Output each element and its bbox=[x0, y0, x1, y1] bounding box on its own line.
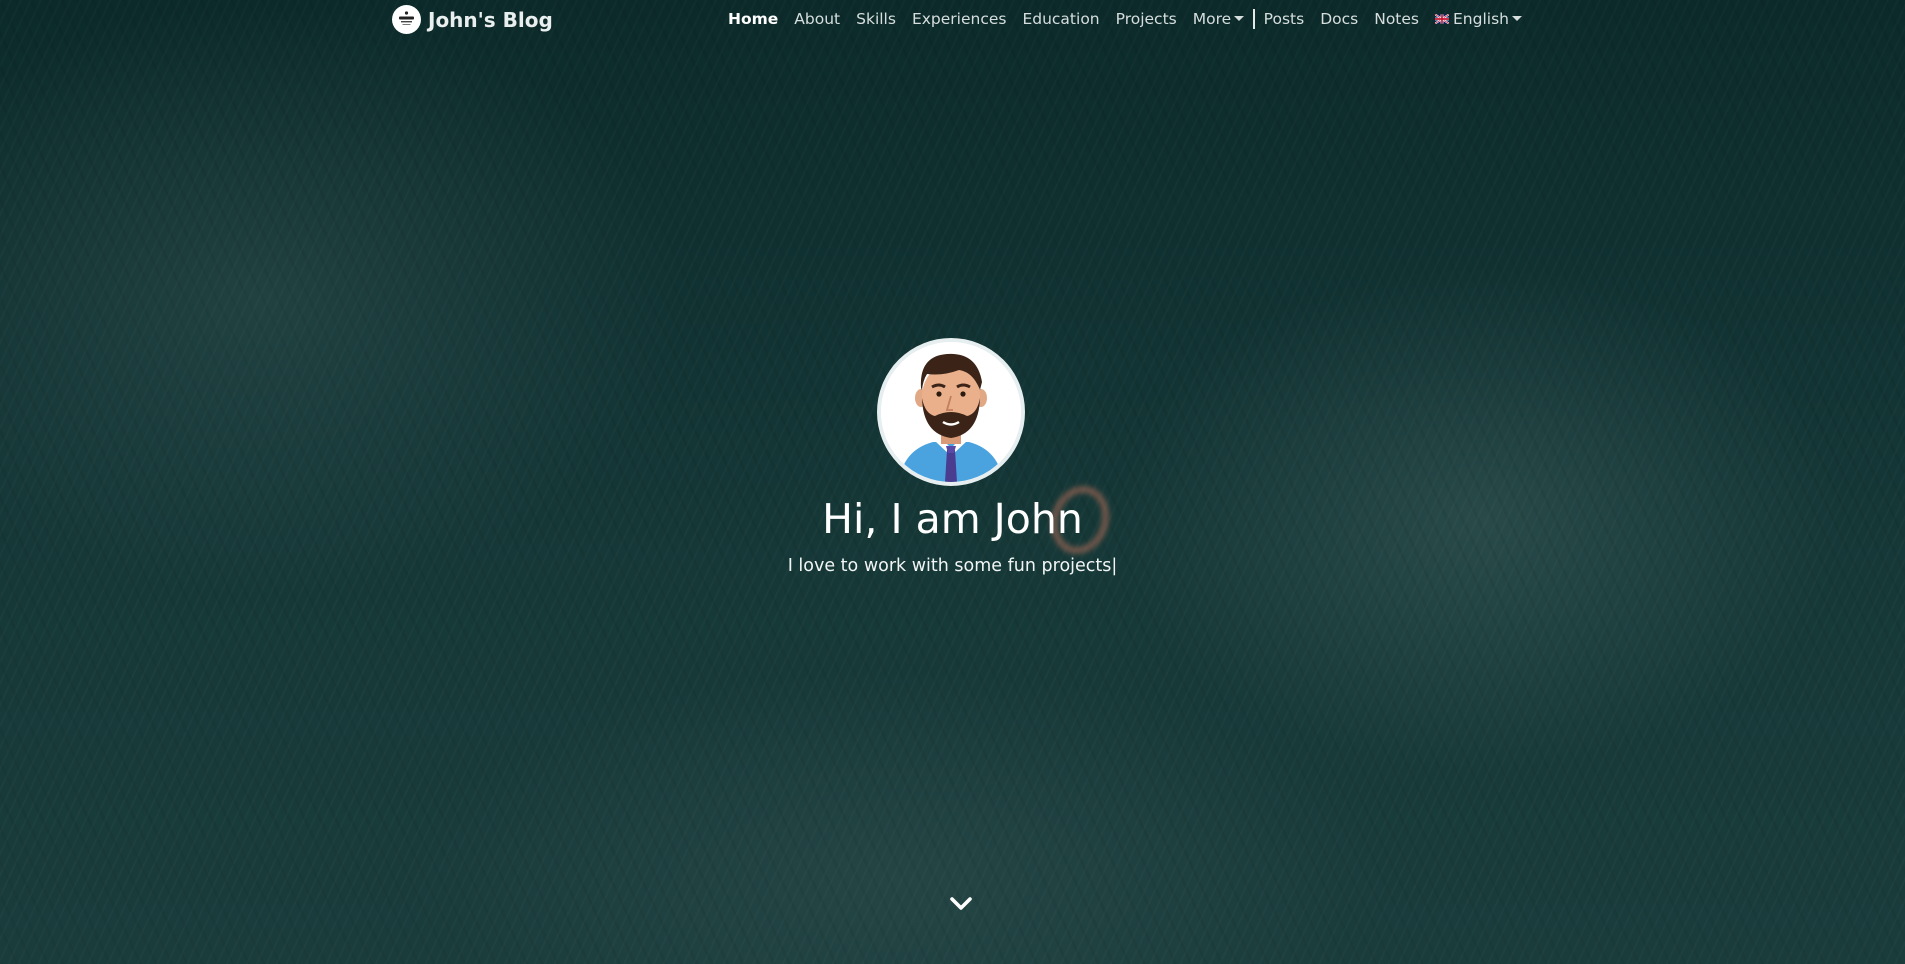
hero-tagline: I love to work with some fun projects bbox=[787, 556, 1112, 576]
hero-greeting: Hi, I am John bbox=[822, 495, 1083, 543]
hero-tagline-container: I love to work with some fun projects| bbox=[0, 552, 1905, 580]
scroll-down-button[interactable] bbox=[948, 894, 974, 914]
page: John's Blog Home About Skills Experience… bbox=[0, 0, 1905, 964]
bearded-man-avatar-icon bbox=[877, 338, 1025, 486]
chevron-down-icon bbox=[950, 897, 972, 910]
typing-cursor: | bbox=[1111, 556, 1118, 576]
hero-section: Hi, I am John I love to work with some f… bbox=[0, 0, 1905, 964]
